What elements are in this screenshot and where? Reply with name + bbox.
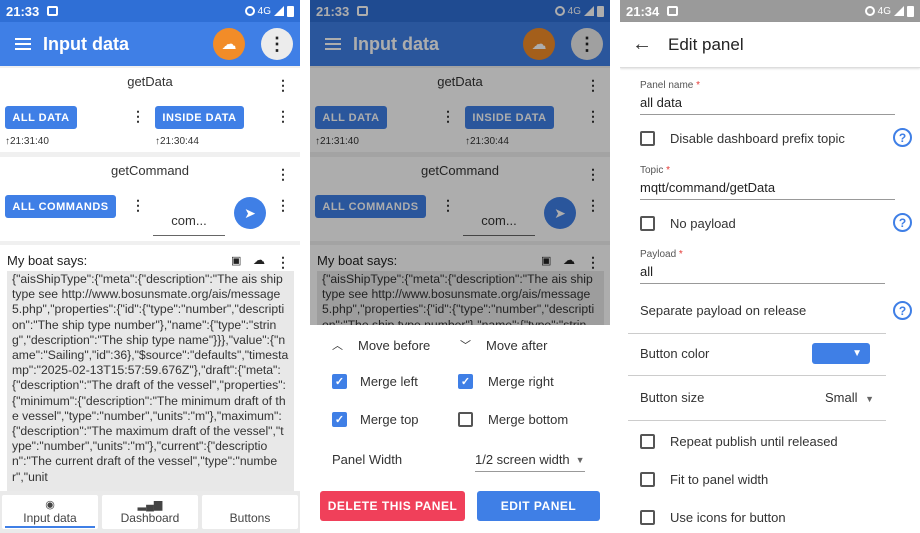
notification-icon	[667, 6, 679, 16]
panel-title: getCommand	[110, 163, 190, 178]
separate-payload-label: Separate payload on release	[640, 303, 807, 318]
button-menu-icon[interactable]: ⋮	[131, 109, 145, 123]
help-icon[interactable]: ?	[893, 213, 912, 232]
edit-panel-screen: 21:34 4G ← Edit panel Panel name * all d…	[620, 0, 920, 533]
dropdown-arrow-icon: ▼	[865, 394, 875, 404]
merge-bottom-checkbox[interactable]	[458, 412, 473, 427]
status-time: 21:34	[626, 3, 660, 19]
nav-dashboard[interactable]: ▂▄▆ Dashboard	[102, 495, 198, 529]
app-bar: Input data ☁ ⋮	[0, 22, 300, 66]
page-title: Edit panel	[668, 34, 744, 54]
text-panel: My boat says: ▣ ☁ ⋮ {"aisShipType":{"met…	[0, 245, 300, 493]
command-input[interactable]: com...	[153, 204, 225, 236]
merge-left-checkbox[interactable]: ✓	[332, 374, 347, 389]
disable-prefix-checkbox[interactable]	[640, 131, 655, 146]
text-panel-content: {"aisShipType":{"meta":{"description":"T…	[7, 271, 294, 493]
archive-icon[interactable]: ▣	[231, 254, 241, 267]
nav-buttons[interactable]: Buttons	[202, 495, 298, 529]
battery-icon	[907, 5, 914, 17]
help-icon[interactable]: ?	[893, 301, 912, 320]
panel-menu-icon[interactable]: ⋮	[276, 78, 290, 92]
battery-icon	[287, 5, 294, 17]
network-label: 4G	[877, 5, 891, 17]
panel-options-screen: 21:33 4G Input data ☁ ⋮ getData ⋮ ALL DA…	[310, 0, 610, 533]
send-icon[interactable]: ➤	[234, 197, 266, 229]
notification-icon	[47, 6, 59, 16]
inside-data-button[interactable]: INSIDE DATA	[155, 106, 244, 129]
panel-menu-icon[interactable]: ⋮	[276, 255, 290, 269]
panel-options-sheet: ︿ Move before ﹀ Move after ✓ Merge left …	[310, 325, 610, 533]
signal-icon	[274, 6, 284, 16]
chevron-down-icon: ﹀	[460, 340, 471, 352]
bottom-navigation: ◉ Input data ▂▄▆ Dashboard Buttons	[0, 491, 300, 533]
panel-menu-icon[interactable]: ⋮	[276, 167, 290, 181]
input-data-screen: 21:33 4G Input data ☁ ⋮ getData ⋮ ALL DA…	[0, 0, 300, 533]
buttons-icon	[248, 500, 251, 511]
cloud-connected-button[interactable]: ☁	[213, 28, 245, 60]
merge-top-checkbox[interactable]: ✓	[332, 412, 347, 427]
button-menu-icon[interactable]: ⋮	[131, 198, 145, 212]
panel-width-dropdown[interactable]: 1/2 screen width ▼	[475, 452, 585, 472]
eye-icon: ◉	[45, 498, 55, 511]
chevron-up-icon: ︿	[332, 340, 343, 352]
merge-left-option[interactable]: ✓ Merge left	[332, 374, 418, 389]
dropdown-arrow-icon: ▼	[852, 348, 862, 359]
panel-title: getData	[127, 74, 173, 89]
merge-bottom-option[interactable]: Merge bottom	[458, 412, 568, 427]
help-icon[interactable]: ?	[893, 128, 912, 147]
network-label: 4G	[257, 5, 271, 17]
back-arrow-icon[interactable]: ←	[632, 33, 652, 56]
status-bar: 21:34 4G	[620, 0, 920, 22]
payload-field[interactable]: Payload * all	[640, 249, 885, 284]
hotspot-icon	[864, 6, 875, 16]
use-icons-checkbox[interactable]	[640, 510, 655, 525]
delete-panel-button[interactable]: DELETE THIS PANEL	[320, 491, 465, 521]
merge-right-checkbox[interactable]: ✓	[458, 374, 473, 389]
overflow-menu-button[interactable]: ⋮	[261, 28, 293, 60]
app-title: Input data	[43, 33, 129, 54]
bar-chart-icon: ▂▄▆	[137, 498, 163, 511]
modal-scrim[interactable]	[310, 0, 610, 325]
input-menu-icon[interactable]: ⋮	[276, 198, 290, 212]
no-payload-option[interactable]: No payload	[640, 216, 885, 231]
dropdown-arrow-icon: ▼	[575, 454, 585, 465]
panel-name-field[interactable]: Panel name * all data	[640, 80, 895, 115]
button-color-dropdown[interactable]: ▼	[812, 343, 870, 364]
merge-right-option[interactable]: ✓ Merge right	[458, 374, 554, 389]
no-payload-checkbox[interactable]	[640, 216, 655, 231]
text-panel-title: My boat says:	[7, 253, 88, 268]
last-published-time: ↑21:31:40	[5, 136, 49, 147]
move-before-option[interactable]: ︿ Move before	[332, 337, 430, 353]
button-menu-icon[interactable]: ⋮	[276, 109, 290, 123]
nav-input-data[interactable]: ◉ Input data	[2, 495, 98, 529]
merge-top-option[interactable]: ✓ Merge top	[332, 412, 419, 427]
panel-width-label: Panel Width	[332, 452, 403, 467]
all-commands-button[interactable]: ALL COMMANDS	[5, 195, 116, 218]
cloud-download-icon[interactable]: ☁	[253, 253, 265, 267]
fit-width-checkbox[interactable]	[640, 472, 655, 487]
use-icons-option[interactable]: Use icons for button	[640, 510, 885, 525]
all-data-button[interactable]: ALL DATA	[5, 106, 77, 129]
signal-icon	[894, 6, 904, 16]
last-published-time: ↑21:30:44	[155, 136, 199, 147]
status-bar: 21:33 4G	[0, 0, 300, 22]
hamburger-menu-icon[interactable]	[15, 38, 31, 50]
disable-prefix-option[interactable]: Disable dashboard prefix topic	[640, 131, 885, 146]
panel-getcommand: getCommand ⋮ ALL COMMANDS ⋮ com... ➤ ⋮	[0, 157, 300, 241]
move-after-option[interactable]: ﹀ Move after	[460, 337, 547, 353]
repeat-publish-option[interactable]: Repeat publish until released	[640, 434, 885, 449]
topic-field[interactable]: Topic * mqtt/command/getData	[640, 165, 895, 200]
edit-panel-button[interactable]: EDIT PANEL	[477, 491, 600, 521]
status-time: 21:33	[6, 3, 40, 19]
fit-width-option[interactable]: Fit to panel width	[640, 472, 885, 487]
hotspot-icon	[244, 6, 255, 16]
button-size-dropdown[interactable]: Small ▼	[825, 390, 874, 405]
edit-panel-app-bar: ← Edit panel	[620, 22, 920, 68]
repeat-publish-checkbox[interactable]	[640, 434, 655, 449]
panel-getdata: getData ⋮ ALL DATA ⋮ ↑21:31:40 INSIDE DA…	[0, 68, 300, 152]
